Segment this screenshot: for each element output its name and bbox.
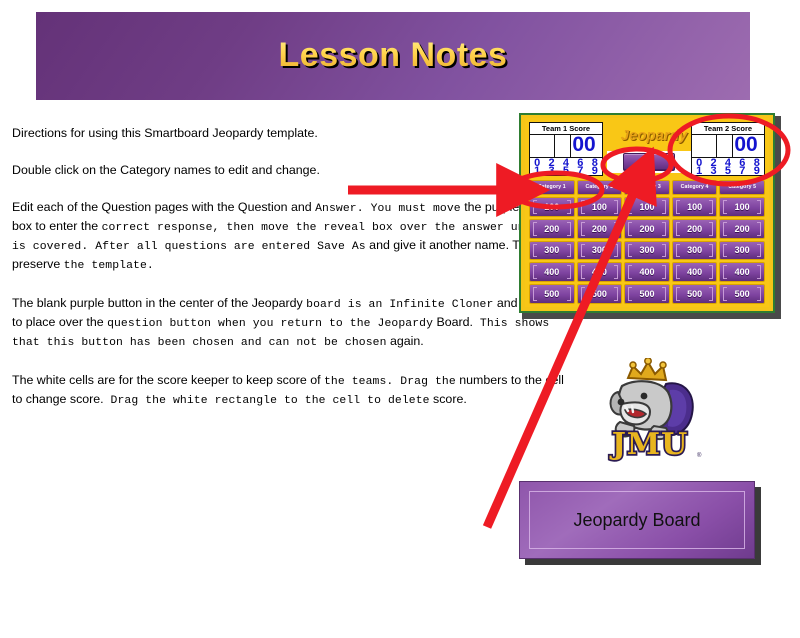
- svg-text:JMU: JMU: [609, 427, 689, 462]
- team-2-score-value: 00: [734, 133, 758, 156]
- value-row-200: 200 200 200 200 200: [529, 218, 765, 239]
- svg-text:®: ®: [697, 452, 702, 459]
- jeopardy-board-button-label: Jeopardy Board: [573, 510, 701, 530]
- category-button-2[interactable]: Category 2: [576, 180, 623, 195]
- lesson-notes-body: Directions for using this Smartboard Jeo…: [12, 125, 572, 410]
- note-run: The white cells are for the score keeper…: [12, 373, 324, 387]
- cell-divider: [554, 135, 555, 157]
- note-run: correct response, then move the reveal b…: [101, 222, 463, 234]
- note-run: the teams. Drag the: [324, 376, 456, 388]
- score-digit[interactable]: 3: [711, 166, 717, 177]
- note-run: Double click on the Category names to ed…: [12, 163, 320, 177]
- value-tile-c3-500[interactable]: 500: [624, 284, 670, 304]
- value-tile-c3-200[interactable]: 200: [624, 218, 670, 239]
- value-tile-c1-200[interactable]: 200: [529, 218, 575, 239]
- value-tile-c5-500[interactable]: 500: [719, 284, 765, 304]
- category-button-5[interactable]: Category 5: [719, 180, 765, 195]
- note-paragraph-white-cells: The white cells are for the score keeper…: [12, 372, 572, 410]
- value-tile-c3-100[interactable]: 100: [624, 197, 670, 217]
- note-paragraph-double-click: Double click on the Category names to ed…: [12, 162, 572, 179]
- note-run: board is an Infinite Cloner: [306, 299, 494, 311]
- jmu-duke-dog-logo: JMU ®: [592, 358, 712, 463]
- value-tile-c1-500[interactable]: 500: [529, 284, 575, 304]
- note-paragraph-edit-questions: Edit each of the Question pages with the…: [12, 199, 572, 275]
- infinite-cloner-button[interactable]: [623, 153, 675, 171]
- note-run: score.: [429, 392, 467, 406]
- board-game-title: Jeopardy: [620, 127, 688, 144]
- value-row-400: 400 400 400 400 400: [529, 262, 765, 283]
- value-tile-c5-100[interactable]: 100: [719, 197, 765, 217]
- value-grid: 100 100 100 100 100 200 200 200 200 200 300 300 300 3…: [529, 197, 765, 304]
- board-frame: Team 1 Score 00 02468 13579 Jeopardy Tea…: [519, 113, 775, 313]
- category-row: Category 1 Category 2 Category 3 Category 4…: [529, 180, 765, 195]
- note-run: Drag the white rectangle to the cell to …: [103, 395, 430, 407]
- category-button-4[interactable]: Category 4: [671, 180, 718, 195]
- digit-row-odd: 13579: [692, 166, 764, 177]
- score-digit[interactable]: 9: [754, 166, 760, 177]
- note-run: Board.: [433, 315, 473, 329]
- category-button-1[interactable]: Category 1: [529, 180, 575, 195]
- score-digit[interactable]: 9: [592, 166, 598, 177]
- category-button-3[interactable]: Category 3: [624, 180, 670, 195]
- note-run: question button when you return to the J…: [107, 318, 434, 330]
- value-tile-c3-400[interactable]: 400: [624, 262, 670, 283]
- value-tile-c2-300[interactable]: 300: [576, 240, 623, 261]
- digit-row-odd: 13579: [530, 166, 602, 177]
- value-row-500: 500 500 500 500 500: [529, 284, 765, 304]
- value-tile-c2-100[interactable]: 100: [576, 197, 623, 217]
- jeopardy-board-button-face[interactable]: Jeopardy Board: [519, 481, 755, 559]
- cell-divider: [716, 135, 717, 157]
- score-digit[interactable]: 5: [563, 166, 569, 177]
- value-tile-c1-400[interactable]: 400: [529, 262, 575, 283]
- note-run: Edit each of the Question pages with the…: [12, 200, 316, 214]
- value-tile-c4-400[interactable]: 400: [671, 262, 718, 283]
- title-banner: Lesson Notes: [36, 12, 750, 100]
- jeopardy-board-thumbnail[interactable]: Team 1 Score 00 02468 13579 Jeopardy Tea…: [519, 113, 781, 319]
- score-digit[interactable]: 1: [696, 166, 702, 177]
- value-tile-c5-400[interactable]: 400: [719, 262, 765, 283]
- jeopardy-board-button[interactable]: Jeopardy Board: [519, 481, 763, 567]
- value-tile-c5-300[interactable]: 300: [719, 240, 765, 261]
- value-row-100: 100 100 100 100 100: [529, 197, 765, 217]
- value-tile-c4-200[interactable]: 200: [671, 218, 718, 239]
- value-tile-c4-300[interactable]: 300: [671, 240, 718, 261]
- page-title: Lesson Notes: [36, 36, 750, 75]
- value-tile-c4-500[interactable]: 500: [671, 284, 718, 304]
- score-digit[interactable]: 7: [739, 166, 745, 177]
- note-run: The blank purple button in the center of…: [12, 296, 307, 310]
- score-digit[interactable]: 3: [549, 166, 555, 177]
- team-1-score-box[interactable]: Team 1 Score 00 02468 13579: [529, 122, 603, 177]
- board-inner: Team 1 Score 00 02468 13579 Jeopardy Tea…: [525, 118, 769, 307]
- note-run: be chosen: [324, 337, 387, 349]
- note-paragraph-directions: Directions for using this Smartboard Jeo…: [12, 125, 572, 142]
- value-row-300: 300 300 300 300 300: [529, 240, 765, 261]
- note-run: Save As: [317, 241, 366, 253]
- score-digit[interactable]: 5: [725, 166, 731, 177]
- value-tile-c2-400[interactable]: 400: [576, 262, 623, 283]
- note-run: Directions for using this Smartboard Jeo…: [12, 126, 318, 140]
- team-2-digit-tray[interactable]: 02468 13579: [692, 158, 764, 177]
- team-1-score-value: 00: [572, 133, 596, 156]
- value-tile-c3-300[interactable]: 300: [624, 240, 670, 261]
- note-run: Answer. You must move: [315, 203, 461, 215]
- team-2-score-cells[interactable]: 00: [692, 133, 764, 158]
- slide-canvas: Lesson Notes Directions for using this S…: [0, 0, 800, 638]
- team-1-digit-tray[interactable]: 02468 13579: [530, 158, 602, 177]
- value-tile-c2-500[interactable]: 500: [576, 284, 623, 304]
- score-digit[interactable]: 7: [577, 166, 583, 177]
- value-tile-c1-300[interactable]: 300: [529, 240, 575, 261]
- note-run: the template.: [63, 260, 154, 272]
- value-tile-c1-100[interactable]: 100: [529, 197, 575, 217]
- score-digit[interactable]: 1: [534, 166, 540, 177]
- value-tile-c4-100[interactable]: 100: [671, 197, 718, 217]
- team-2-score-box[interactable]: Team 2 Score 00 02468 13579: [691, 122, 765, 177]
- note-paragraph-infinite-cloner: The blank purple button in the center of…: [12, 295, 572, 352]
- value-tile-c2-200[interactable]: 200: [576, 218, 623, 239]
- note-run: again.: [386, 334, 424, 348]
- team-1-score-cells[interactable]: 00: [530, 133, 602, 158]
- value-tile-c5-200[interactable]: 200: [719, 218, 765, 239]
